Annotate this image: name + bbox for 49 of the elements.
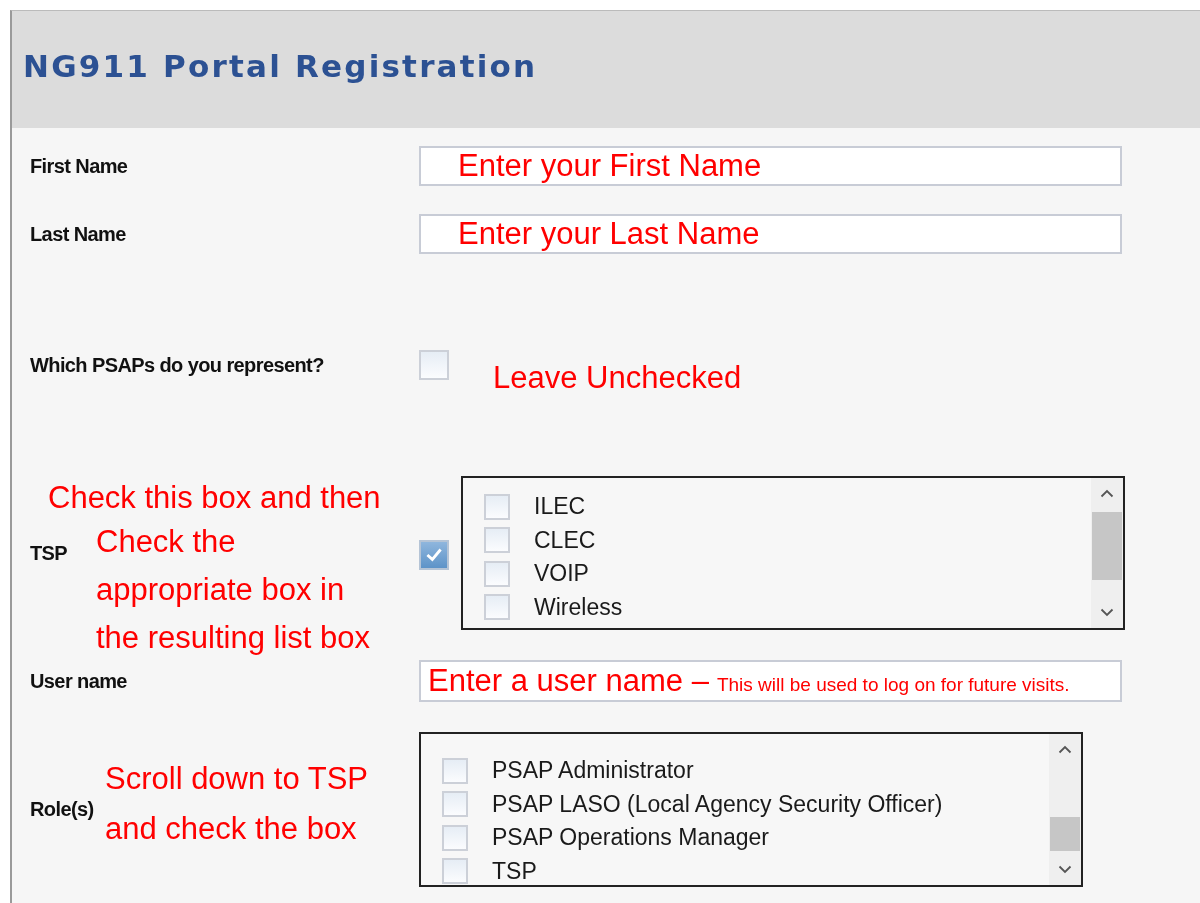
list-box[interactable]: ILEC CLEC VOIP Wireless [461,476,1125,630]
annotation-text: Enter your First Name [458,148,762,184]
scrollbar[interactable] [1091,478,1123,628]
checkbox[interactable] [419,540,449,570]
page-title: NG911 Portal Registration [23,47,538,84]
checkbox[interactable] [442,757,468,784]
scroll-down-icon[interactable] [1100,608,1114,617]
list-item-label[interactable]: TSP [492,857,537,885]
list-item-label[interactable]: PSAP Operations Manager [492,824,769,852]
checkbox[interactable] [484,560,510,587]
checkbox[interactable] [442,858,468,885]
scroll-up-icon[interactable] [1100,489,1114,498]
field-label: User name [30,669,127,693]
annotation-text: This will be used to log on for future visits. [716,673,1070,696]
field-label: Role(s) [30,798,94,821]
list-item-label[interactable]: PSAP Administrator [492,757,694,785]
text-field[interactable]: Enter a user name – This will be used to log on for future visits. [419,660,1122,702]
field-label: Last Name [30,222,126,246]
list-item-label[interactable]: CLEC [534,526,596,554]
field-label: First Name [30,154,128,178]
text-field[interactable]: Enter your First Name [419,146,1122,186]
annotation-text: Enter a user name – [428,663,709,699]
list-box[interactable]: PSAP Administrator PSAP LASO (Local Agency Security Officer) PSAP Operations Manager TSP [419,732,1083,887]
checkbox[interactable] [484,594,510,621]
field-label: Which PSAPs do you represent? [30,353,324,377]
scroll-thumb[interactable] [1050,817,1080,851]
list-item-label[interactable]: VOIP [534,560,589,588]
list-item-label[interactable]: ILEC [534,493,586,521]
annotation-text: the resulting list box [96,619,370,657]
annotation-text: Scroll down to TSP [105,760,369,798]
annotation-text: Enter your Last Name [458,216,760,252]
checkbox[interactable] [484,527,510,554]
checkbox[interactable] [442,791,468,818]
annotation-text: Leave Unchecked [493,360,742,396]
annotation-text: appropriate box in [96,571,345,609]
scroll-thumb[interactable] [1092,512,1122,580]
annotation-text: Check the [96,523,236,561]
list-item-label[interactable]: Wireless [534,593,623,621]
annotation-text: and check the box [105,810,357,848]
scroll-down-icon[interactable] [1058,865,1072,874]
checkbox[interactable] [419,350,449,380]
scroll-up-icon[interactable] [1058,745,1072,754]
checkbox[interactable] [484,493,510,520]
checkbox[interactable] [442,824,468,851]
scrollbar[interactable] [1049,734,1081,885]
list-item-label[interactable]: PSAP LASO (Local Agency Security Officer) [492,790,943,818]
field-label: TSP [30,541,68,565]
text-field[interactable]: Enter your Last Name [419,214,1122,254]
annotation-text: Check this box and then [48,479,381,517]
